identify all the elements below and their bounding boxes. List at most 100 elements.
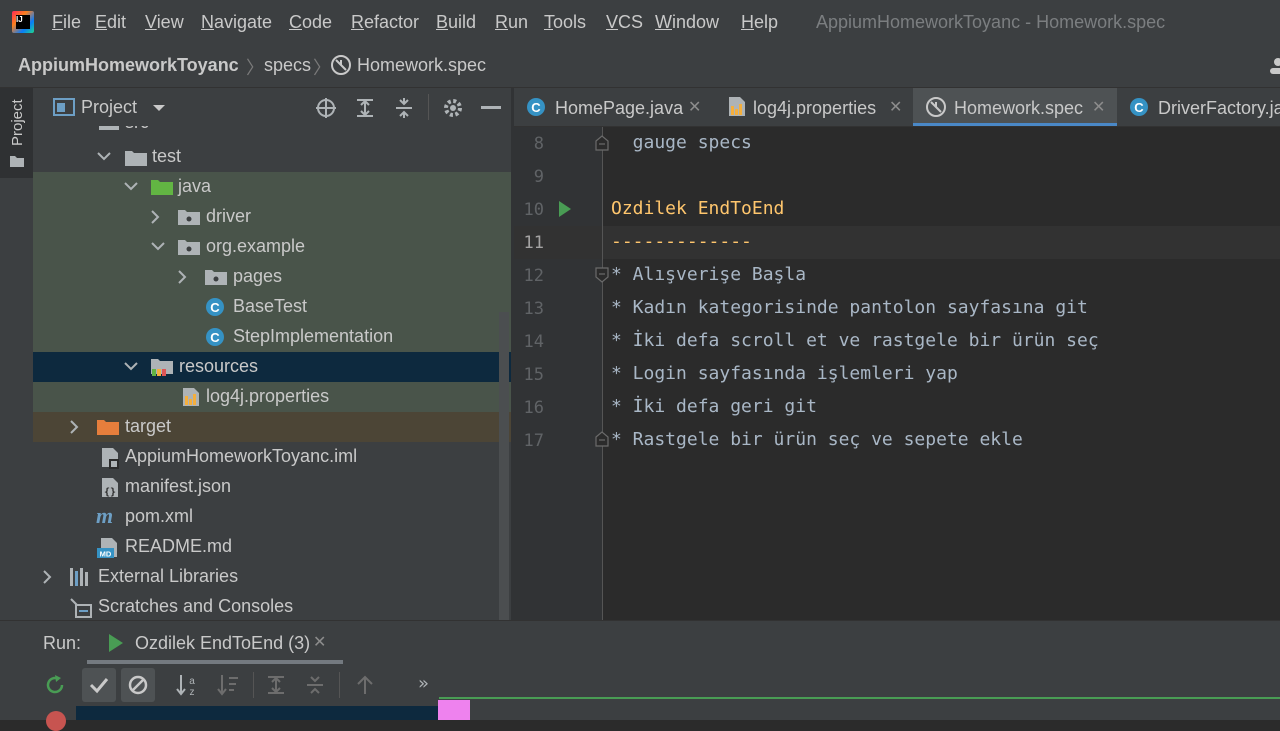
tab-log4j-properties[interactable]: log4j.properties ✕ bbox=[714, 88, 913, 126]
menu-help[interactable]: Help bbox=[741, 12, 778, 33]
run-label: Run: bbox=[43, 633, 82, 653]
run-output-area bbox=[0, 700, 1280, 731]
window-title: AppiumHomeworkToyanc - Homework.spec bbox=[816, 12, 1166, 32]
menu-edit[interactable]: Edit bbox=[95, 12, 126, 33]
tree-item-pom-xml[interactable]: m pom.xml bbox=[33, 502, 511, 532]
close-icon[interactable]: ✕ bbox=[688, 97, 701, 117]
run-tab[interactable]: Ozdilek EndToEnd (3) ✕ bbox=[87, 621, 343, 665]
tree-item-stepimplementation[interactable]: C StepImplementation bbox=[33, 322, 511, 352]
chevron-down-icon bbox=[124, 362, 138, 371]
folder-icon bbox=[99, 126, 119, 130]
intellij-logo-icon[interactable]: IJ bbox=[12, 11, 34, 33]
java-class-icon: C bbox=[1130, 98, 1148, 116]
menu-code[interactable]: Code bbox=[289, 12, 332, 33]
package-folder-icon bbox=[178, 240, 200, 255]
breadcrumb-project[interactable]: AppiumHomeworkToyanc bbox=[18, 55, 239, 76]
breadcrumb-separator-icon: 〉 bbox=[246, 58, 264, 79]
run-gutter-icon[interactable] bbox=[558, 200, 572, 218]
tree-item-resources[interactable]: resources bbox=[33, 352, 511, 382]
line-number: 9 bbox=[533, 167, 544, 187]
breadcrumb-file[interactable]: Homework.spec bbox=[357, 55, 486, 76]
java-class-icon: C bbox=[206, 328, 224, 346]
tree-item-pages[interactable]: pages bbox=[33, 262, 511, 292]
collapse-all-icon[interactable] bbox=[393, 97, 415, 119]
menu-run[interactable]: Run bbox=[495, 12, 528, 33]
properties-file-icon bbox=[729, 97, 745, 116]
chevron-down-icon bbox=[151, 242, 165, 251]
rerun-button[interactable] bbox=[38, 668, 72, 702]
project-tool-window-button[interactable]: Project bbox=[0, 88, 33, 178]
breadcrumb-folder[interactable]: specs bbox=[264, 55, 311, 76]
svg-text:C: C bbox=[210, 330, 220, 345]
fold-guide bbox=[602, 127, 603, 620]
tab-homepage-java[interactable]: C HomePage.java ✕ bbox=[514, 88, 714, 126]
minimize-icon[interactable] bbox=[481, 106, 501, 109]
code-line: gauge specs bbox=[611, 132, 752, 153]
previous-failed-button[interactable] bbox=[348, 668, 382, 702]
test-tree-selected-row[interactable] bbox=[76, 706, 440, 720]
test-resources-folder-icon bbox=[151, 359, 173, 376]
tree-scrollbar[interactable] bbox=[499, 312, 509, 620]
tree-item-iml[interactable]: AppiumHomeworkToyanc.iml bbox=[33, 442, 511, 472]
package-folder-icon bbox=[205, 270, 227, 285]
gear-icon[interactable] bbox=[442, 97, 464, 119]
user-icon[interactable] bbox=[1268, 56, 1280, 76]
expand-all-icon[interactable] bbox=[354, 97, 376, 119]
project-panel-header: Project bbox=[33, 88, 511, 126]
close-icon[interactable]: ✕ bbox=[889, 97, 902, 117]
chevron-right-icon bbox=[151, 210, 160, 224]
library-icon bbox=[70, 568, 88, 586]
chevron-down-icon[interactable] bbox=[152, 104, 166, 112]
tree-item-basetest[interactable]: C BaseTest bbox=[33, 292, 511, 322]
sort-by-duration-button[interactable] bbox=[211, 668, 245, 702]
tree-item-manifest-json[interactable]: {} manifest.json bbox=[33, 472, 511, 502]
sort-duration-icon bbox=[217, 675, 238, 696]
tree-item-target[interactable]: target bbox=[33, 412, 511, 442]
close-icon[interactable]: ✕ bbox=[1092, 97, 1105, 117]
tab-homework-spec[interactable]: Homework.spec ✕ bbox=[913, 88, 1117, 126]
tree-item-test[interactable]: test bbox=[33, 142, 511, 172]
line-number: 8 bbox=[533, 134, 544, 154]
tree-item-readme[interactable]: MD README.md bbox=[33, 532, 511, 562]
menu-file[interactable]: File bbox=[52, 12, 81, 33]
menu-window[interactable]: Window bbox=[655, 12, 719, 33]
expand-all-icon bbox=[268, 676, 284, 694]
tree-item-external-libraries[interactable]: External Libraries bbox=[33, 562, 511, 592]
fold-icon[interactable] bbox=[595, 267, 609, 283]
project-panel: Project ⌄ src test java driver bbox=[33, 88, 511, 620]
spec-heading-underline: ------------- bbox=[611, 231, 752, 252]
menu-navigate[interactable]: Navigate bbox=[201, 12, 272, 33]
project-view-selector[interactable]: Project bbox=[81, 97, 137, 118]
fold-icon[interactable] bbox=[595, 431, 609, 447]
show-ignored-toggle[interactable] bbox=[121, 668, 155, 702]
rerun-icon bbox=[46, 675, 64, 694]
tree-item-org-example[interactable]: org.example bbox=[33, 232, 511, 262]
locate-icon[interactable] bbox=[315, 97, 337, 119]
tree-item-scratches[interactable]: Scratches and Consoles bbox=[33, 592, 511, 620]
error-icon bbox=[46, 711, 66, 731]
collapse-all-button[interactable] bbox=[298, 668, 332, 702]
tab-driverfactory[interactable]: C DriverFactory.ja bbox=[1117, 88, 1280, 126]
module-file-icon bbox=[102, 448, 119, 469]
tree-item-driver[interactable]: driver bbox=[33, 202, 511, 232]
tree-item-src[interactable]: ⌄ src bbox=[33, 126, 511, 138]
menu-vcs[interactable]: VCS bbox=[606, 12, 643, 33]
close-icon[interactable]: ✕ bbox=[313, 632, 326, 651]
scratches-icon bbox=[70, 598, 92, 618]
show-passed-toggle[interactable] bbox=[82, 668, 116, 702]
toolbar-overflow-icon[interactable]: » bbox=[418, 673, 429, 694]
line-number: 13 bbox=[523, 299, 544, 319]
expand-all-button[interactable] bbox=[259, 668, 293, 702]
menu-build[interactable]: Build bbox=[436, 12, 476, 33]
svg-text:C: C bbox=[210, 300, 220, 315]
menu-refactor[interactable]: Refactor bbox=[351, 12, 419, 33]
menu-tools[interactable]: Tools bbox=[544, 12, 586, 33]
menu-view[interactable]: View bbox=[145, 12, 184, 33]
fold-icon[interactable] bbox=[595, 135, 609, 151]
sort-alphabetically-button[interactable]: az bbox=[170, 668, 204, 702]
tree-item-java[interactable]: java bbox=[33, 172, 511, 202]
svg-text:C: C bbox=[1134, 100, 1144, 115]
svg-text:MD: MD bbox=[100, 550, 112, 559]
tree-item-log4j-properties[interactable]: log4j.properties bbox=[33, 382, 511, 412]
svg-text:{}: {} bbox=[104, 487, 116, 498]
